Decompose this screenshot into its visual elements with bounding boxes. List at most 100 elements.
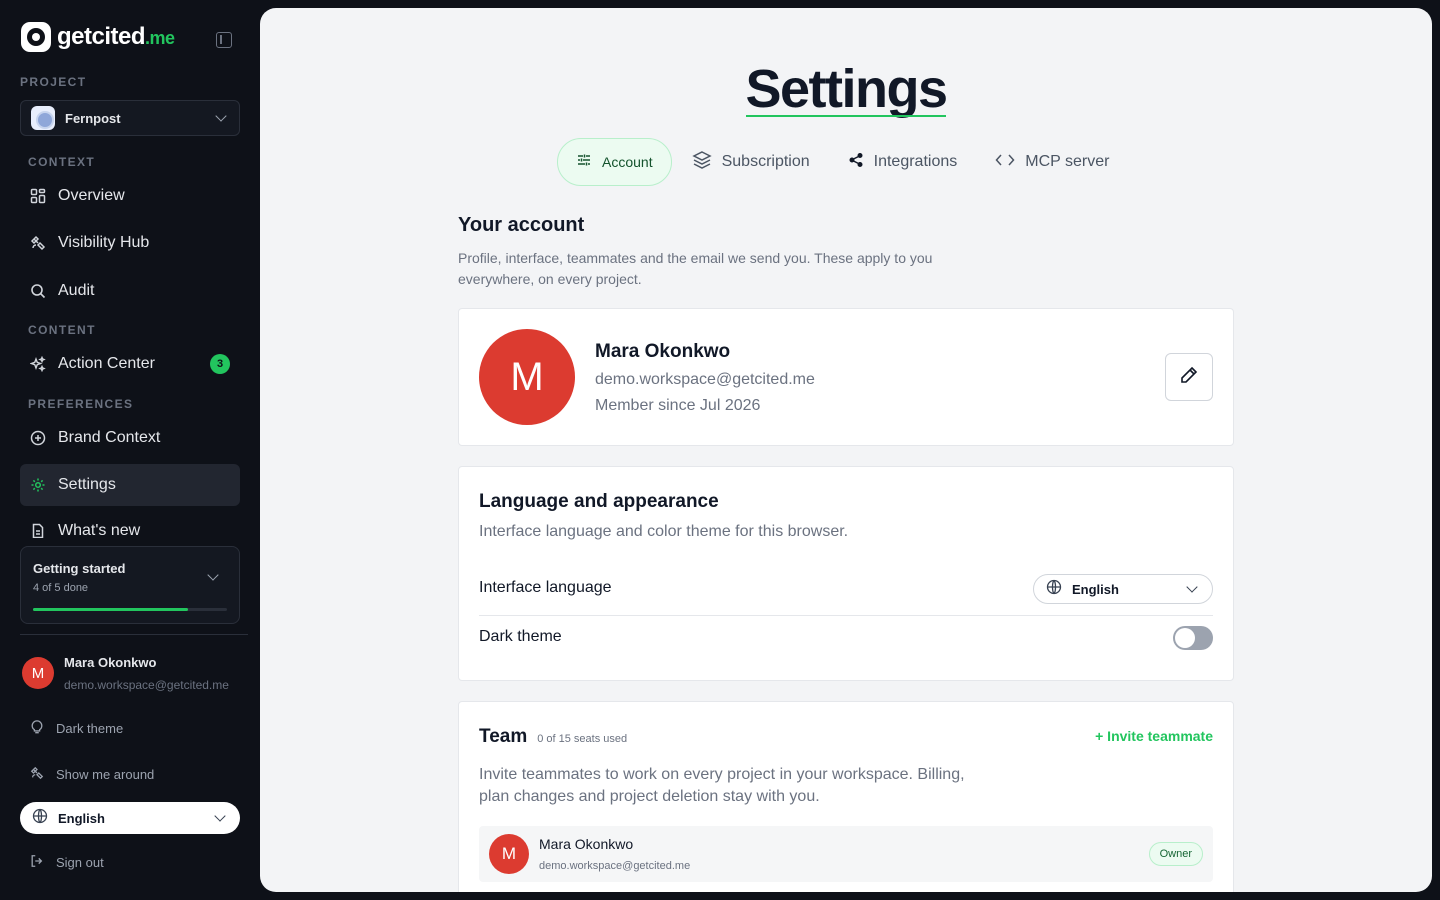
sidebar-item-label: Brand Context — [58, 429, 161, 446]
project-section-label: PROJECT — [20, 75, 87, 89]
globe-icon — [1046, 579, 1062, 600]
appearance-heading: Language and appearance — [479, 491, 719, 512]
sidebar: getcited.me PROJECT Fernpost CONTEXT Ove… — [0, 0, 260, 900]
seats-used: 0 of 15 seats used — [537, 733, 628, 745]
project-selector[interactable]: Fernpost — [20, 100, 240, 136]
avatar: M — [489, 834, 529, 874]
profile-email: demo.workspace@getcited.me — [595, 371, 815, 388]
getting-started-progress-text: 4 of 5 done — [33, 582, 89, 594]
share-icon — [848, 152, 864, 172]
sign-out-icon — [30, 854, 44, 871]
sidebar-item-label: What's new — [58, 522, 141, 538]
team-card: Team 0 of 15 seats used + Invite teammat… — [458, 701, 1234, 892]
profile-member-since: Member since Jul 2026 — [595, 397, 761, 414]
team-header: Team 0 of 15 seats used — [479, 726, 627, 748]
dark-theme-link[interactable]: Dark theme — [30, 720, 123, 737]
brand-logo[interactable]: getcited.me — [21, 22, 175, 52]
interface-language-value: English — [1072, 581, 1119, 597]
plus-circle-icon — [30, 430, 46, 446]
avatar: M — [22, 657, 54, 689]
collapse-sidebar-icon[interactable] — [216, 32, 232, 48]
edit-profile-button[interactable] — [1165, 353, 1213, 401]
gear-icon — [30, 477, 46, 493]
project-globe-icon — [31, 106, 55, 130]
title-underline — [746, 115, 946, 117]
settings-tabs: Account Subscription Integrations MCP se… — [557, 138, 1127, 186]
member-name: Mara Okonkwo — [539, 836, 634, 852]
profile-card: M Mara Okonkwo demo.workspace@getcited.m… — [458, 308, 1234, 446]
tab-mcp-server[interactable]: MCP server — [977, 138, 1127, 186]
row-divider — [479, 615, 1213, 616]
tab-label: Integrations — [873, 153, 958, 170]
globe-icon — [32, 808, 48, 829]
dark-theme-toggle[interactable] — [1173, 626, 1213, 650]
grid-icon — [30, 188, 46, 204]
tab-subscription[interactable]: Subscription — [674, 138, 828, 186]
getting-started-panel[interactable]: Getting started 4 of 5 done — [20, 546, 240, 624]
main-panel: Settings Account Subscription Integratio… — [260, 8, 1432, 892]
sidebar-item-label: Action Center — [58, 355, 155, 372]
sidebar-item-label: Settings — [58, 476, 116, 493]
sidebar-item-label: Audit — [58, 282, 95, 299]
sliders-icon — [576, 152, 592, 172]
team-heading: Team — [479, 726, 528, 747]
team-member-row: M Mara Okonkwo demo.workspace@getcited.m… — [479, 826, 1213, 882]
interface-language-select[interactable]: English — [1033, 574, 1213, 604]
preferences-section-label: PREFERENCES — [28, 397, 134, 411]
sidebar-item-label: Visibility Hub — [58, 234, 150, 251]
sidebar-divider — [20, 634, 248, 635]
code-icon — [995, 152, 1015, 172]
search-icon — [30, 283, 46, 299]
chevron-down-icon — [214, 810, 226, 822]
tab-label: Account — [602, 154, 653, 170]
satellite-icon — [30, 766, 44, 783]
tab-integrations[interactable]: Integrations — [830, 138, 976, 186]
sidebar-item-action-center[interactable]: Action Center 3 — [20, 343, 240, 385]
profile-name: Mara Okonkwo — [595, 341, 731, 362]
sidebar-item-overview[interactable]: Overview — [20, 175, 240, 217]
sparkles-icon — [30, 356, 46, 372]
page-title: Settings — [745, 59, 948, 119]
show-me-around-label: Show me around — [56, 767, 155, 782]
pencil-icon — [1179, 365, 1199, 390]
member-email: demo.workspace@getcited.me — [539, 860, 691, 872]
sidebar-item-label: Overview — [58, 187, 125, 204]
satellite-icon — [30, 235, 46, 251]
dark-theme-label: Dark theme — [56, 721, 124, 736]
user-profile[interactable]: M Mara Okonkwo demo.workspace@getcited.m… — [22, 655, 229, 692]
tab-account[interactable]: Account — [557, 138, 672, 186]
getting-started-title: Getting started — [33, 561, 126, 576]
sidebar-item-whats-new[interactable]: What's new — [20, 518, 240, 538]
user-name: Mara Okonkwo — [64, 655, 157, 670]
language-select[interactable]: English — [20, 802, 240, 834]
role-badge: Owner — [1148, 842, 1203, 866]
lightbulb-icon — [30, 720, 44, 737]
sign-out-label: Sign out — [56, 855, 104, 870]
dark-theme-label: Dark theme — [479, 628, 562, 645]
appearance-description: Interface language and color theme for t… — [479, 523, 849, 540]
account-heading: Your account — [458, 214, 585, 236]
project-name: Fernpost — [65, 110, 121, 126]
layers-icon — [691, 150, 712, 174]
invite-teammate-button[interactable]: + Invite teammate — [1095, 728, 1213, 744]
sign-out-link[interactable]: Sign out — [30, 854, 104, 871]
action-count-badge: 3 — [210, 354, 230, 374]
logo-mark-icon — [21, 22, 51, 52]
context-section-label: CONTEXT — [28, 155, 96, 169]
sidebar-item-brand-context[interactable]: Brand Context — [20, 417, 240, 459]
document-icon — [30, 523, 46, 538]
interface-language-label: Interface language — [479, 579, 612, 596]
sidebar-item-audit[interactable]: Audit — [20, 270, 240, 312]
sidebar-item-visibility-hub[interactable]: Visibility Hub — [20, 222, 240, 264]
sidebar-item-settings[interactable]: Settings — [20, 464, 240, 506]
show-me-around-link[interactable]: Show me around — [30, 766, 154, 783]
tab-label: Subscription — [721, 153, 810, 170]
logo-text: getcited.me — [57, 23, 175, 50]
chevron-down-icon — [215, 110, 227, 122]
chevron-down-icon — [1186, 581, 1198, 593]
team-description: Invite teammates to work on every projec… — [479, 766, 965, 805]
user-email: demo.workspace@getcited.me — [64, 678, 229, 692]
progress-fill — [33, 608, 189, 611]
account-description: Profile, interface, teammates and the em… — [458, 250, 933, 287]
language-appearance-card: Language and appearance Interface langua… — [458, 466, 1234, 681]
